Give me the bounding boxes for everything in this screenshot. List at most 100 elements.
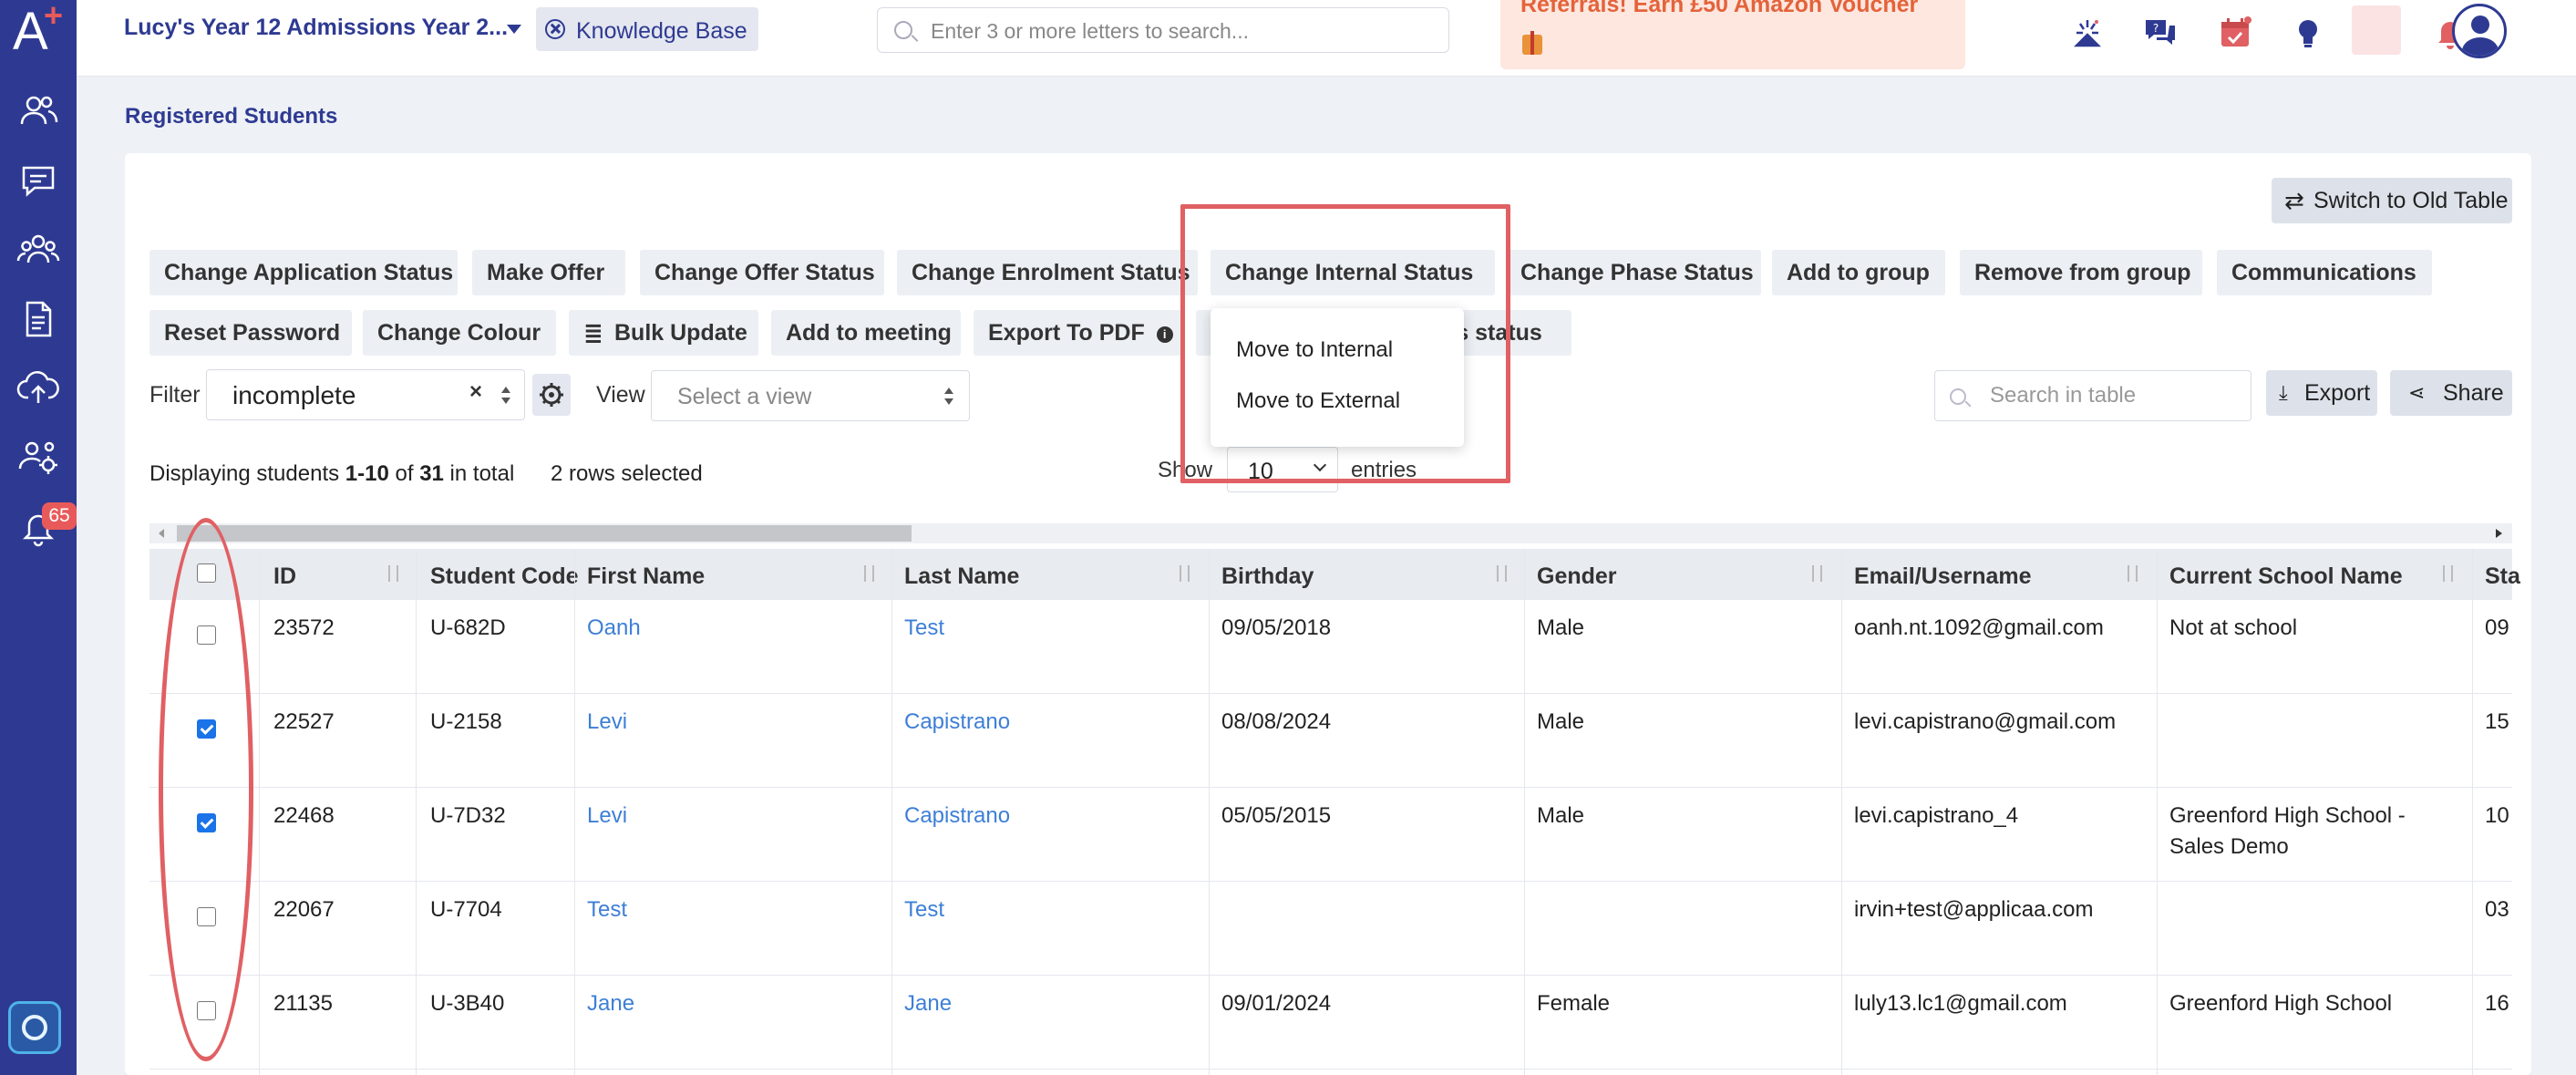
staff-settings-icon[interactable] — [15, 434, 62, 481]
add-to-meeting-button[interactable]: Add to meeting — [771, 310, 961, 356]
export-button[interactable]: ⤓ Export — [2266, 370, 2377, 416]
column-divider — [2472, 549, 2473, 1075]
scroll-left-arrow-icon[interactable] — [159, 529, 164, 538]
sort-icon[interactable] — [386, 563, 403, 585]
table-row[interactable]: 23572 U-682D Oanh Test 09/05/2018 Male o… — [149, 600, 2512, 694]
search-icon — [894, 21, 912, 39]
filter-settings-button[interactable] — [532, 374, 571, 416]
sort-icon[interactable] — [1178, 563, 1194, 585]
entries-per-page-select[interactable]: 10 — [1227, 447, 1338, 492]
export-to-pdf-button[interactable]: Export To PDF i — [974, 310, 1181, 356]
row-checkbox[interactable] — [197, 1001, 216, 1020]
admissions-selector[interactable]: Lucy's Year 12 Admissions Year 2... — [124, 15, 508, 41]
download-icon: ⤓ — [2279, 381, 2288, 404]
clear-filter-icon[interactable]: × — [469, 379, 482, 405]
scroll-right-arrow-icon[interactable] — [2496, 529, 2502, 538]
row-checkbox[interactable] — [197, 625, 216, 645]
change-colour-button[interactable]: Change Colour — [363, 310, 556, 356]
table-row[interactable]: 22067 U-7704 Test Test irvin+test@applic… — [149, 882, 2512, 976]
column-header-sta[interactable]: Sta — [2485, 563, 2520, 590]
calendar-icon[interactable] — [2217, 15, 2253, 51]
change-offer-status-button[interactable]: Change Offer Status — [640, 250, 884, 295]
column-header-last-name[interactable]: Last Name — [904, 563, 1019, 590]
view-select[interactable]: Select a view — [651, 370, 970, 421]
column-header-gender[interactable]: Gender — [1537, 563, 1617, 590]
last-name-link[interactable]: Capistrano — [904, 801, 1010, 832]
table-row[interactable]: 22527 U-2158 Levi Capistrano 08/08/2024 … — [149, 694, 2512, 788]
change-enrolment-status-button[interactable]: Change Enrolment Status — [897, 250, 1198, 295]
table-row[interactable]: 22468 U-7D32 Levi Capistrano 05/05/2015 … — [149, 788, 2512, 882]
column-header-id[interactable]: ID — [273, 563, 296, 590]
chevron-down-icon[interactable] — [507, 25, 521, 34]
assistant-launcher-icon[interactable] — [8, 1001, 61, 1054]
global-search-input[interactable] — [929, 17, 1421, 45]
global-search[interactable] — [877, 7, 1449, 53]
table-row[interactable]: 21135 U-3B40 Jane Jane 09/01/2024 Female… — [149, 976, 2512, 1070]
users-icon[interactable] — [15, 88, 62, 135]
share-button[interactable]: ⋖ Share — [2390, 370, 2512, 416]
table-search-input[interactable] — [1988, 382, 2243, 409]
column-header-email[interactable]: Email/Username — [1854, 563, 2032, 590]
row-checkbox[interactable] — [197, 719, 216, 739]
sort-icon[interactable] — [1810, 563, 1827, 585]
document-icon[interactable] — [15, 295, 62, 343]
column-header-birthday[interactable]: Birthday — [1221, 563, 1314, 590]
groups-icon[interactable] — [15, 226, 62, 274]
filter-select[interactable]: incomplete × — [206, 369, 525, 420]
cloud-upload-icon[interactable] — [15, 365, 62, 412]
last-name-link[interactable]: Test — [904, 613, 944, 644]
swap-icon: ⇄ — [2284, 187, 2304, 214]
column-header-first-name[interactable]: First Name — [587, 563, 705, 590]
sort-icon[interactable] — [2441, 563, 2458, 585]
select-all-checkbox[interactable] — [197, 563, 216, 583]
select-arrows-icon — [500, 387, 511, 405]
move-to-internal-option[interactable]: Move to Internal — [1236, 337, 1393, 363]
referral-banner[interactable]: Referrals! Earn £50 Amazon Voucher — [1500, 0, 1965, 69]
fireworks-icon[interactable] — [2069, 15, 2106, 51]
first-name-link[interactable]: Oanh — [587, 613, 641, 644]
table-header: ID Student Code First Name Last Name Bir… — [149, 549, 2520, 600]
sort-icon[interactable] — [2126, 563, 2142, 585]
last-name-link[interactable]: Jane — [904, 988, 952, 1019]
table-horizontal-scrollbar[interactable] — [149, 523, 2512, 543]
app-logo[interactable]: A + — [0, 0, 77, 64]
remove-from-group-button[interactable]: Remove from group — [1960, 250, 2202, 295]
lightbulb-icon[interactable] — [2290, 15, 2326, 51]
column-header-student-code[interactable]: Student Code — [430, 563, 579, 590]
support-chat-icon[interactable]: ? — [2142, 15, 2179, 51]
first-name-link[interactable]: Levi — [587, 801, 627, 832]
bulk-update-button[interactable]: ≣ Bulk Update — [569, 310, 758, 356]
alerts-button[interactable] — [2352, 5, 2401, 55]
view-label: View — [596, 382, 645, 408]
column-divider — [891, 549, 892, 1075]
row-checkbox[interactable] — [197, 813, 216, 832]
user-avatar[interactable] — [2452, 4, 2507, 58]
row-checkbox[interactable] — [197, 907, 216, 926]
change-application-status-button[interactable]: Change Application Status — [149, 250, 458, 295]
list-icon: ≣ — [583, 319, 603, 346]
knowledge-base-button[interactable]: Knowledge Base — [536, 7, 758, 51]
reset-password-button[interactable]: Reset Password — [149, 310, 352, 356]
search-icon — [1950, 388, 1966, 405]
move-to-external-option[interactable]: Move to External — [1236, 388, 1400, 414]
first-name-link[interactable]: Levi — [587, 707, 627, 738]
svg-text:?: ? — [2153, 22, 2159, 35]
communications-button[interactable]: Communications — [2217, 250, 2432, 295]
change-internal-status-button[interactable]: Change Internal Status — [1211, 250, 1495, 295]
messages-icon[interactable] — [15, 157, 62, 204]
scroll-thumb[interactable] — [177, 525, 912, 542]
change-phase-status-button[interactable]: Change Phase Status — [1506, 250, 1761, 295]
first-name-link[interactable]: Jane — [587, 988, 634, 1019]
display-summary: Displaying students 1-10 of 31 in total — [149, 461, 515, 486]
last-name-link[interactable]: Test — [904, 894, 944, 925]
table-search[interactable] — [1934, 370, 2251, 421]
sort-icon[interactable] — [1495, 563, 1511, 585]
last-name-link[interactable]: Capistrano — [904, 707, 1010, 738]
sort-icon[interactable] — [862, 563, 879, 585]
add-to-group-button[interactable]: Add to group — [1772, 250, 1945, 295]
first-name-link[interactable]: Test — [587, 894, 627, 925]
make-offer-button[interactable]: Make Offer — [472, 250, 625, 295]
column-header-current-school[interactable]: Current School Name — [2169, 563, 2403, 590]
column-divider — [574, 549, 575, 1075]
switch-old-table-button[interactable]: ⇄ Switch to Old Table — [2272, 178, 2512, 223]
